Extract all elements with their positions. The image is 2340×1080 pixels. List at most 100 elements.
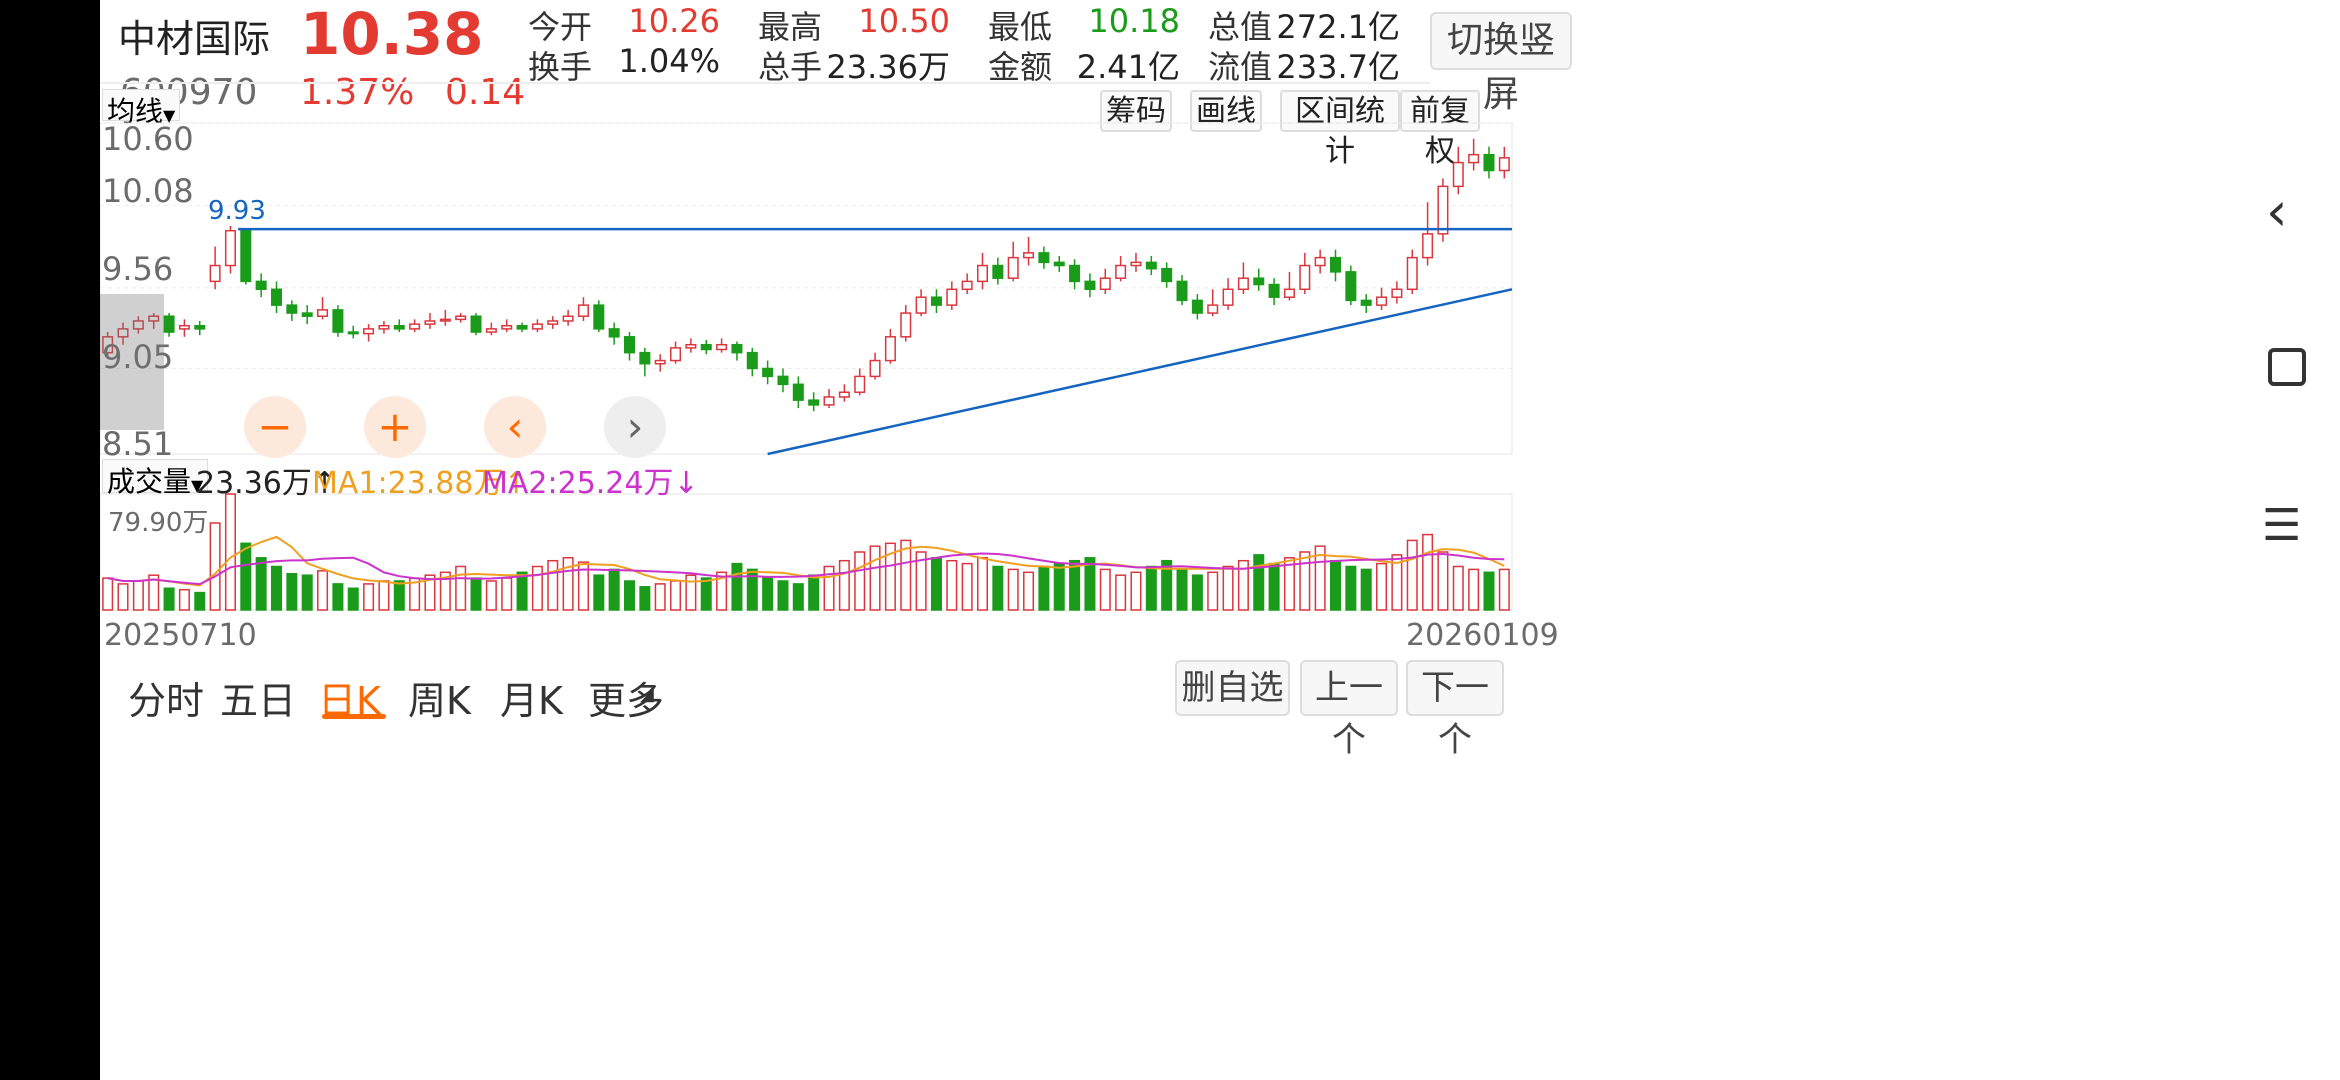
- zoom-in-button[interactable]: +: [364, 396, 426, 458]
- candle-body: [1237, 277, 1249, 291]
- volume-bar: [1468, 568, 1480, 611]
- candle-body: [547, 320, 559, 325]
- volume-bar: [1376, 562, 1388, 611]
- candle-body: [286, 304, 298, 314]
- volume-bar: [623, 580, 636, 611]
- back-icon[interactable]: ‹: [2266, 180, 2288, 243]
- volume-bar: [393, 580, 405, 611]
- candle-body: [1406, 256, 1418, 291]
- tab-minute[interactable]: 分时: [128, 670, 204, 725]
- volume-bar: [224, 493, 236, 611]
- volume-bar: [455, 565, 467, 611]
- volume-bar: [1038, 565, 1050, 611]
- volume-bar: [654, 583, 666, 611]
- volume-bar: [930, 557, 942, 611]
- volume-bar: [1099, 568, 1111, 611]
- next-stock-button[interactable]: 下一个: [1406, 660, 1504, 760]
- candle-body: [1498, 157, 1510, 172]
- volume-bar: [1452, 565, 1464, 611]
- candle-body: [1268, 283, 1280, 298]
- volume-bar: [869, 545, 881, 611]
- candle-body: [1391, 288, 1403, 298]
- volume-bar: [317, 570, 329, 611]
- candle-body: [915, 296, 927, 314]
- volume-bar: [1053, 562, 1065, 611]
- volume-bar: [670, 580, 682, 611]
- candle-body: [240, 229, 252, 283]
- volume-bar: [700, 577, 712, 611]
- candle-body: [1191, 299, 1203, 314]
- candle-body: [363, 328, 375, 335]
- candle-body: [455, 315, 467, 321]
- volume-bar: [946, 559, 958, 611]
- previous-stock-button[interactable]: 上一个: [1300, 660, 1398, 760]
- volume-bar: [102, 577, 114, 611]
- candle-body: [209, 264, 221, 283]
- candle-body: [1023, 252, 1035, 259]
- volume-bar: [792, 583, 804, 611]
- candle-body: [1360, 299, 1372, 306]
- candle-body: [700, 343, 712, 351]
- volume-bar: [639, 586, 651, 611]
- volume-bar: [1498, 568, 1510, 611]
- volume-bar: [1176, 568, 1188, 611]
- kline-chart[interactable]: [100, 0, 2220, 1080]
- candle-body: [884, 336, 896, 362]
- candle-body: [1099, 277, 1111, 291]
- volume-bar: [762, 577, 774, 611]
- candle-body: [1130, 261, 1142, 267]
- candle-body: [1437, 185, 1449, 235]
- volume-bar: [992, 565, 1004, 611]
- volume-bar: [593, 574, 605, 611]
- candle-body: [531, 323, 543, 330]
- candle-body: [301, 312, 313, 317]
- candle-body: [900, 312, 912, 338]
- volume-bar: [1007, 568, 1019, 611]
- prev-button[interactable]: ‹: [484, 396, 546, 458]
- candle-body: [1038, 252, 1050, 264]
- candle-body: [194, 324, 206, 330]
- remove-watchlist-button[interactable]: 删自选: [1175, 660, 1290, 716]
- date-start: 20250710: [104, 618, 257, 653]
- volume-bar: [240, 542, 252, 611]
- candle-body: [270, 288, 283, 306]
- next-button[interactable]: ›: [604, 396, 666, 458]
- volume-bar: [1360, 568, 1372, 611]
- volume-bar: [808, 574, 820, 611]
- volume-bar: [132, 580, 144, 611]
- volume-bar: [547, 559, 559, 611]
- volume-bar: [1253, 554, 1265, 611]
- candle-body: [1329, 256, 1342, 273]
- zoom-out-button[interactable]: −: [244, 396, 306, 458]
- volume-bar: [1345, 565, 1357, 611]
- drag-handle[interactable]: [100, 294, 164, 430]
- volume-bar: [1222, 565, 1234, 611]
- tab-month-k[interactable]: 月K: [500, 670, 563, 725]
- tab-week-k[interactable]: 周K: [408, 670, 471, 725]
- candle-body: [608, 328, 620, 338]
- candle-body: [762, 367, 774, 378]
- candle-body: [439, 318, 451, 322]
- home-icon[interactable]: [2268, 348, 2306, 386]
- candle-body: [1452, 161, 1464, 188]
- candle-body: [470, 315, 482, 333]
- candle-body: [1483, 153, 1495, 172]
- volume-bar: [363, 583, 375, 611]
- volume-bar: [1406, 539, 1418, 611]
- candle-body: [1115, 264, 1127, 279]
- tab-five-day[interactable]: 五日: [220, 670, 296, 725]
- candle-body: [178, 324, 190, 330]
- candle-body: [792, 383, 804, 401]
- candle-body: [976, 264, 989, 283]
- candle-body: [946, 288, 958, 306]
- candle-body: [1422, 233, 1434, 259]
- menu-icon[interactable]: ☰: [2262, 500, 2301, 551]
- volume-bar: [178, 588, 190, 611]
- price-tick-5: 8.51: [102, 425, 174, 463]
- candle-body: [593, 304, 605, 330]
- candle-body: [332, 309, 344, 333]
- candle-body: [808, 399, 820, 406]
- volume-bar: [501, 577, 513, 611]
- volume-dropdown[interactable]: 成交量▼: [102, 459, 209, 498]
- volume-bar: [1207, 571, 1219, 611]
